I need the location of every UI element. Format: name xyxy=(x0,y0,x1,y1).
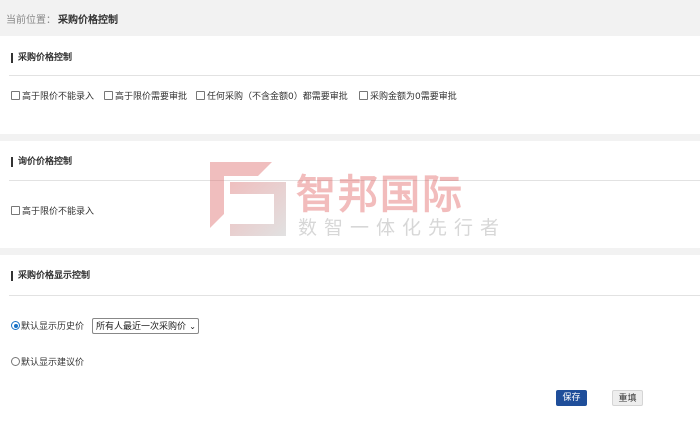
checkbox-label: 任何采购（不含金额0）都需要审批 xyxy=(207,92,348,102)
chevron-down-icon: ⌄ xyxy=(189,322,196,331)
divider xyxy=(9,295,700,296)
checkbox[interactable] xyxy=(11,91,20,100)
watermark-slogan: 数智一体化先行者 xyxy=(298,217,507,239)
reset-button[interactable]: 重填 xyxy=(612,390,643,406)
radio-label: 默认显示历史价 xyxy=(21,322,85,332)
radio-option-history-price[interactable]: 默认显示历史价 xyxy=(11,321,84,333)
section-gap xyxy=(0,248,700,255)
checkbox-option-purchase-block[interactable]: 高于限价不能录入 xyxy=(11,91,94,103)
checkbox-label: 高于限价需要审批 xyxy=(115,92,188,102)
checkbox-label: 高于限价不能录入 xyxy=(22,207,95,217)
breadcrumb-label: 当前位置： xyxy=(6,15,56,26)
breadcrumb: 当前位置： 采购价格控制 xyxy=(0,0,700,36)
divider xyxy=(9,180,700,181)
section-title-purchase: 采购价格控制 xyxy=(11,53,72,63)
watermark-logo-icon xyxy=(210,162,286,236)
watermark: 智邦国际 数智一体化先行者 xyxy=(210,160,520,240)
checkbox-option-purchase-any-approve[interactable]: 任何采购（不含金额0）都需要审批 xyxy=(196,91,348,103)
checkbox-option-purchase-approve[interactable]: 高于限价需要审批 xyxy=(104,91,187,103)
radio-button[interactable] xyxy=(11,357,20,366)
watermark-title: 智邦国际 xyxy=(296,172,464,218)
section-title-inquiry: 询价价格控制 xyxy=(11,157,72,167)
checkbox-label: 高于限价不能录入 xyxy=(22,92,95,102)
divider xyxy=(9,75,700,76)
checkbox-option-inquiry-block[interactable]: 高于限价不能录入 xyxy=(11,206,94,218)
checkbox[interactable] xyxy=(196,91,205,100)
save-button[interactable]: 保存 xyxy=(556,390,587,406)
section-gap xyxy=(0,134,700,141)
select-value: 所有人最近一次采购价 xyxy=(96,322,187,332)
radio-label: 默认显示建议价 xyxy=(21,358,85,368)
breadcrumb-current: 采购价格控制 xyxy=(58,15,118,26)
checkbox[interactable] xyxy=(11,206,20,215)
radio-button[interactable] xyxy=(11,321,20,330)
radio-option-suggest-price[interactable]: 默认显示建议价 xyxy=(11,357,84,369)
history-price-select[interactable]: 所有人最近一次采购价 ⌄ xyxy=(92,318,199,334)
checkbox-label: 采购金额为0需要审批 xyxy=(370,92,457,102)
section-title-display: 采购价格显示控制 xyxy=(11,271,90,281)
checkbox[interactable] xyxy=(359,91,368,100)
checkbox[interactable] xyxy=(104,91,113,100)
checkbox-option-purchase-zero-approve[interactable]: 采购金额为0需要审批 xyxy=(359,91,457,103)
